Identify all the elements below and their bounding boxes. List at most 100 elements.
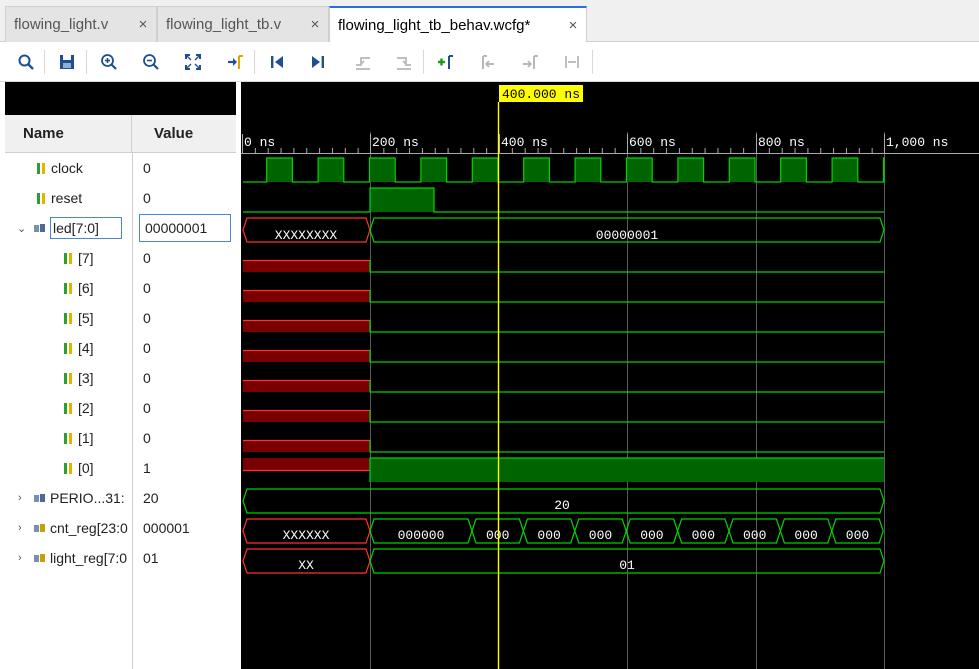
swap-cursors-icon[interactable] [560,50,584,74]
signal-row-cnt-reg[interactable]: cnt_reg[23:0 [5,516,132,540]
collapse-chevron-icon[interactable]: ⌄ [17,222,27,235]
go-to-time-0-icon[interactable] [265,50,289,74]
cursor-time-label: 400.000 ns [502,87,580,102]
undefined-region [243,440,370,452]
close-icon[interactable]: × [136,16,150,33]
tab-label: flowing_light_tb_behav.wcfg* [338,17,531,34]
tab-label: flowing_light.v [14,16,109,33]
signal-value: 1 [143,460,151,476]
column-divider[interactable] [132,153,133,669]
clock-high-pulse [626,158,653,182]
wave-clock [243,157,885,183]
tab-flowing-light-tb-v[interactable]: flowing_light_tb.v × [157,6,329,42]
bus-value-label: 000 [846,528,869,543]
signal-row-clock[interactable]: clock [5,156,132,180]
scalar-signal-icon [37,163,45,174]
next-transition-icon[interactable] [392,50,416,74]
toolbar-separator [44,50,45,74]
zoom-out-icon[interactable] [139,50,163,74]
signal-row-period[interactable]: PERIO...31: [5,486,132,510]
signal-value: 0 [143,400,151,416]
name-column-header[interactable]: Name [5,115,132,153]
wave-cnt-reg: XXXXXX 000000 000 000 000 000 000 000 000 000 [242,518,884,544]
clock-high-pulse [420,158,447,182]
signal-value: 0 [143,190,151,206]
previous-marker-icon[interactable] [476,50,500,74]
signal-row-bit1[interactable]: [1] [5,426,132,450]
tab-flowing-light-v[interactable]: flowing_light.v × [5,6,157,42]
bus-value-label: XXXXXXXX [275,228,338,243]
signal-row-bit5[interactable]: [5] [5,306,132,330]
signal-row-reset[interactable]: reset [5,186,132,210]
signal-name: [3] [78,370,94,386]
scalar-signal-icon [64,283,72,294]
waveform-viewer[interactable]: 0 ns 200 ns 400 ns 600 ns 800 ns 1,000 n… [241,82,979,669]
signal-row-bit2[interactable]: [2] [5,396,132,420]
add-marker-icon[interactable] [434,50,458,74]
bus-value-label: 000 [794,528,817,543]
signal-row-bit4[interactable]: [4] [5,336,132,360]
scalar-signal-icon [64,313,72,324]
scalar-signal-icon [64,433,72,444]
parameter-icon [34,494,45,502]
signal-row-light-reg[interactable]: light_reg[7:0 [5,546,132,570]
search-icon[interactable] [14,50,38,74]
wave-led-bits [243,259,884,453]
go-to-cursor-icon[interactable] [223,50,247,74]
signal-value: 0 [143,370,151,386]
toolbar-separator [86,50,87,74]
signal-row-bit7[interactable]: [7] [5,246,132,270]
signal-row-bit0[interactable]: [0] [5,456,132,480]
undefined-region [243,350,370,362]
value-column-header[interactable]: Value [132,115,236,153]
signal-row-bit3[interactable]: [3] [5,366,132,390]
waveform-toolbar [0,42,979,82]
undefined-region [243,410,370,422]
scalar-signal-icon [64,463,72,474]
signal-name: [7] [78,250,94,266]
save-icon[interactable] [55,50,79,74]
signal-value: 000001 [143,520,190,536]
signal-name: cnt_reg[23:0 [50,520,128,536]
time-tick-label: 800 ns [758,135,805,150]
go-to-last-time-icon[interactable] [306,50,330,74]
clock-high-pulse [369,158,396,182]
time-tick-label: 200 ns [372,135,419,150]
wave-bit0 [243,457,884,482]
bus-value-label: 000 [486,528,509,543]
next-marker-icon[interactable] [518,50,542,74]
signal-value: 0 [143,310,151,326]
close-icon[interactable]: × [308,16,322,33]
tab-flowing-light-tb-behav-wcfg[interactable]: flowing_light_tb_behav.wcfg* × [329,6,587,43]
bus-value-label: XX [298,558,314,573]
signal-row-bit6[interactable]: [6] [5,276,132,300]
clock-high-pulse [832,158,858,182]
wave-led-bus: XXXXXXXX 00000001 [242,217,885,243]
signal-name: light_reg[7:0 [50,550,128,566]
close-icon[interactable]: × [566,17,580,34]
signal-value: 0 [143,280,151,296]
signal-name: [1] [78,430,94,446]
names-header-spacer [5,82,236,115]
bus-value-label: XXXXXX [283,528,330,543]
signal-row-led[interactable]: led[7:0] [33,216,132,240]
toolbar-separator [423,50,424,74]
bus-signal-icon [34,554,45,562]
signal-name: [6] [78,280,94,296]
bus-value-label: 000000 [398,528,445,543]
bus-signal-icon [34,524,45,532]
signal-name: led[7:0] [50,217,122,239]
undefined-region [243,320,370,332]
zoom-fit-icon[interactable] [181,50,205,74]
clock-high-pulse [575,158,601,182]
bus-value-label: 000 [640,528,663,543]
clock-high-pulse [266,158,293,182]
time-tick-label: 1,000 ns [886,135,948,150]
zoom-in-icon[interactable] [97,50,121,74]
wave-reset [243,187,884,213]
clock-high-pulse [729,158,755,182]
scalar-signal-icon [64,403,72,414]
signal-name: [5] [78,310,94,326]
previous-transition-icon[interactable] [351,50,375,74]
toolbar-separator [592,50,593,74]
